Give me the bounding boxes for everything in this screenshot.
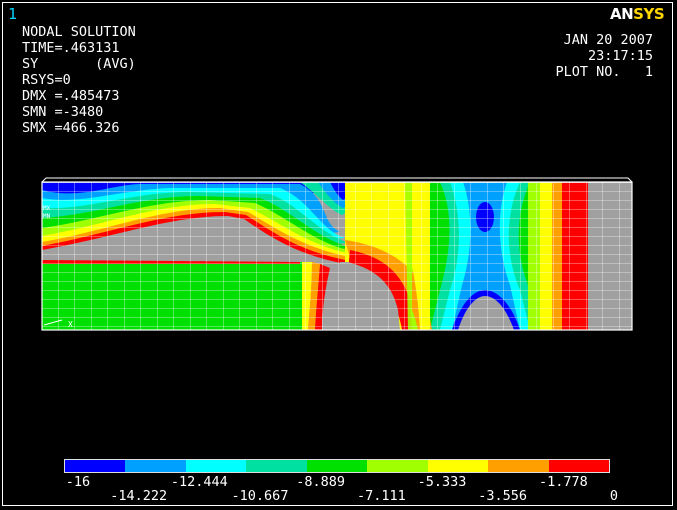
legend-tick-label: -10.667 bbox=[231, 488, 289, 504]
legend-tick-label: -8.889 bbox=[296, 474, 346, 490]
legend-swatch bbox=[488, 460, 549, 472]
legend-tick-label: -3.556 bbox=[478, 488, 528, 504]
contour-plot[interactable]: MX MN X bbox=[0, 0, 677, 510]
legend-color-bar bbox=[64, 459, 610, 473]
legend-swatch bbox=[306, 460, 368, 472]
legend-tick-label: -7.111 bbox=[356, 488, 406, 504]
legend-tick-label: -12.444 bbox=[170, 474, 228, 490]
legend-tick-label: -1.778 bbox=[538, 474, 588, 490]
legend-tick-label: -5.333 bbox=[417, 474, 467, 490]
legend-swatch bbox=[185, 460, 247, 472]
mesh-grid bbox=[42, 182, 632, 330]
axis-x-label: X bbox=[68, 320, 73, 329]
legend-swatch bbox=[427, 460, 489, 472]
legend-tick-label: -14.222 bbox=[110, 488, 168, 504]
legend-swatch bbox=[548, 460, 609, 472]
legend-swatch bbox=[367, 460, 428, 472]
legend-tick-label: 0 bbox=[609, 488, 619, 504]
legend-swatch bbox=[125, 460, 186, 472]
min-label: MN bbox=[43, 213, 51, 220]
legend-tick-label: -16 bbox=[65, 474, 91, 490]
max-label: MX bbox=[43, 205, 51, 212]
legend-swatch bbox=[65, 460, 126, 472]
legend-swatch bbox=[246, 460, 307, 472]
